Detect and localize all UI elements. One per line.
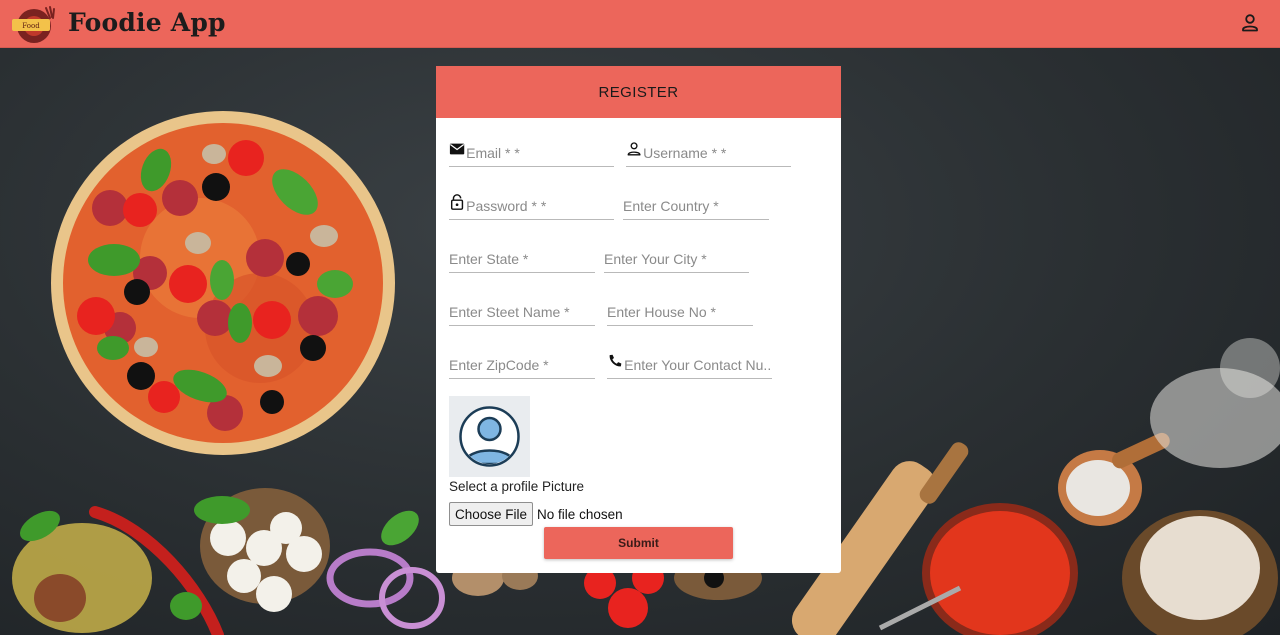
app-logo[interactable]: Food: [10, 4, 60, 44]
lock-open-icon: [450, 194, 464, 210]
zipcode-field: [449, 349, 595, 379]
svg-text:Food: Food: [22, 22, 40, 30]
kitchen-tools-illustration: [791, 338, 1280, 635]
zipcode-input[interactable]: [449, 357, 595, 373]
user-avatar-icon: [459, 406, 520, 467]
street-field: [449, 296, 595, 326]
password-field: [449, 190, 614, 220]
file-input: Choose File No file chosen: [449, 502, 623, 526]
email-input[interactable]: [466, 145, 614, 161]
pizza-illustration: [51, 111, 395, 455]
street-input[interactable]: [449, 304, 595, 320]
navbar: Food Foodie App: [0, 0, 1280, 48]
house-number-field: [607, 296, 753, 326]
phone-icon: [609, 354, 622, 367]
brand-title[interactable]: Foodie App: [68, 8, 226, 37]
username-field: [626, 137, 791, 167]
file-status-text: No file chosen: [537, 506, 623, 522]
contact-input[interactable]: [624, 357, 772, 373]
city-field: [604, 243, 749, 273]
state-input[interactable]: [449, 251, 595, 267]
register-card-header: REGISTER: [436, 66, 841, 118]
contact-field: [607, 349, 772, 379]
country-field: [623, 190, 769, 220]
person-outline-icon: [1242, 14, 1258, 32]
username-input[interactable]: [643, 145, 791, 161]
country-input[interactable]: [623, 198, 769, 214]
account-button[interactable]: [1240, 12, 1260, 34]
choose-file-button[interactable]: Choose File: [449, 502, 534, 526]
register-form: Select a profile Picture Choose File No …: [436, 118, 841, 573]
profile-picture-preview: [449, 396, 530, 477]
submit-button[interactable]: Submit: [544, 527, 733, 559]
register-title: REGISTER: [598, 83, 679, 101]
password-input[interactable]: [466, 198, 614, 214]
house-number-input[interactable]: [607, 304, 753, 320]
envelope-icon: [449, 143, 465, 155]
profile-picture-label: Select a profile Picture: [449, 479, 585, 494]
person-icon: [627, 142, 641, 156]
city-input[interactable]: [604, 251, 749, 267]
state-field: [449, 243, 595, 273]
email-field: [449, 137, 614, 167]
